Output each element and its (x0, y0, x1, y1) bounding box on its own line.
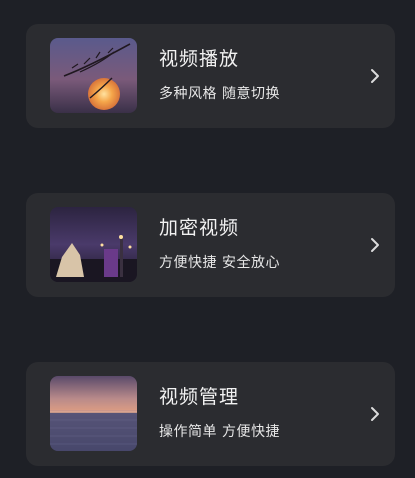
chevron-right-icon (371, 69, 379, 83)
card-subtitle: 多种风格 随意切换 (159, 86, 280, 102)
video-management-card[interactable]: 视频管理 操作简单 方便快捷 (26, 362, 395, 466)
card-title: 视频管理 (159, 386, 240, 408)
encrypted-video-card[interactable]: 加密视频 方便快捷 安全放心 (26, 193, 395, 297)
chevron-right-icon (371, 407, 379, 421)
card-title: 加密视频 (159, 217, 240, 239)
card-subtitle: 方便快捷 安全放心 (159, 255, 280, 271)
card-title: 视频播放 (159, 48, 240, 70)
night-city-thumbnail (50, 207, 137, 282)
chevron-right-icon (371, 238, 379, 252)
card-subtitle: 操作简单 方便快捷 (159, 424, 280, 440)
sunset-grass-thumbnail (50, 38, 137, 113)
video-playback-card[interactable]: 视频播放 多种风格 随意切换 (26, 24, 395, 128)
sea-sunset-thumbnail (50, 376, 137, 451)
